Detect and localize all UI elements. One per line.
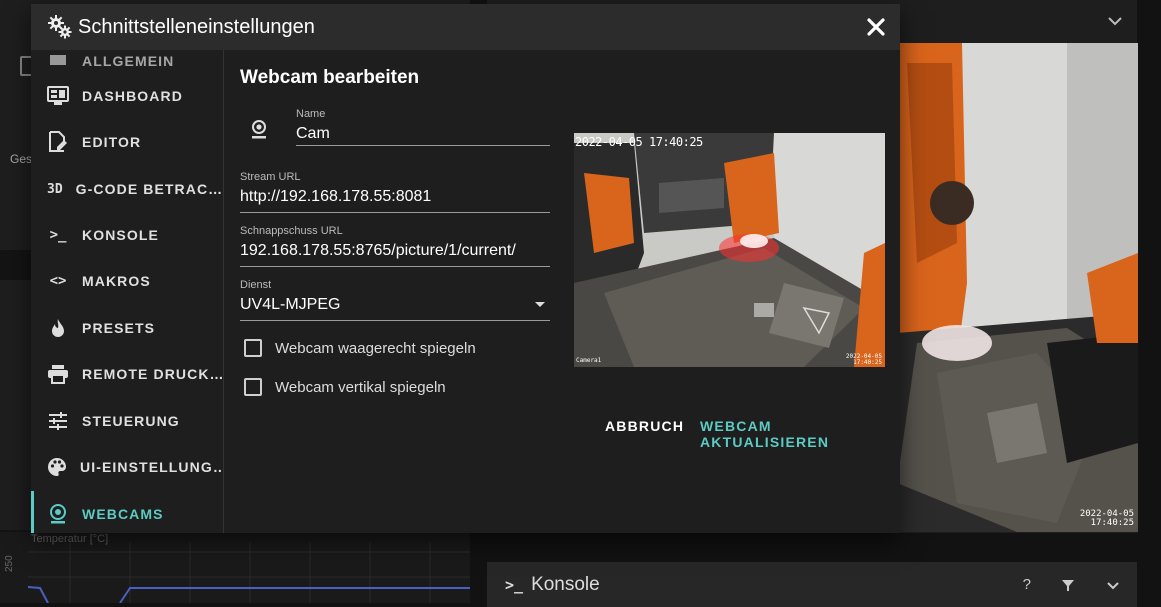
sidebar-item-label: PRESETS: [82, 320, 156, 336]
console-icon: >_: [505, 575, 524, 594]
snapshot-url-value: 192.168.178.55:8765/picture/1/current/: [240, 242, 516, 259]
webcam-icon: [47, 504, 69, 524]
settings-sidebar: ALLGEMEIN DASHBOARD EDITOR 3D G-CODE BET…: [31, 50, 224, 533]
close-icon[interactable]: [866, 17, 886, 37]
preview-timestamp: 2022-04-05 17:40:25: [575, 135, 703, 149]
service-label: Dienst: [240, 279, 272, 291]
3d-icon: 3D: [47, 181, 63, 197]
palette-icon: [47, 457, 67, 477]
background-console-panel-header[interactable]: >_ Konsole ?: [487, 562, 1137, 607]
stream-url-value: http://192.168.178.55:8081: [240, 188, 432, 205]
dialog-header: Schnittstelleneinstellungen: [31, 4, 900, 50]
sidebar-item-label: REMOTE DRUCK…: [82, 366, 224, 382]
chart-axis-label: Temperatur [°C]: [31, 533, 109, 545]
fire-icon: [47, 318, 69, 338]
cogs-icon: [48, 15, 72, 39]
sidebar-item-console[interactable]: >_ KONSOLE: [31, 212, 223, 258]
name-field-label: Name: [296, 108, 326, 120]
sidebar-item-macros[interactable]: <> MAKROS: [31, 258, 223, 304]
name-field[interactable]: Name Cam: [296, 108, 550, 146]
sidebar-item-ui-settings[interactable]: UI-EINSTELLUNG…: [31, 444, 223, 490]
help-icon[interactable]: ?: [1023, 576, 1031, 593]
sidebar-item-control[interactable]: STEUERUNG: [31, 398, 223, 444]
webcam-preview: 2022-04-05 17:40:25 Camera1 2022-04-05 1…: [574, 133, 885, 367]
checkbox-unchecked-icon[interactable]: [244, 339, 262, 357]
chevron-down-icon[interactable]: [1105, 577, 1121, 593]
sidebar-item-dashboard[interactable]: DASHBOARD: [31, 73, 223, 119]
background-temperature-chart: Temperatur [°C] 250: [0, 532, 470, 603]
preview-small-timestamp: 2022-04-05 17:40:25: [840, 354, 882, 366]
background-cam-timestamp-time: 17:40:25: [1090, 518, 1134, 528]
flip-vertical-checkbox[interactable]: Webcam vertikal spiegeln: [244, 378, 446, 396]
sidebar-item-presets[interactable]: PRESETS: [31, 305, 223, 351]
flip-horizontal-checkbox[interactable]: Webcam waagerecht spiegeln: [244, 339, 476, 357]
stream-url-field[interactable]: Stream URL http://192.168.178.55:8081: [240, 171, 550, 213]
chart-tick-label: 250: [4, 555, 15, 572]
sidebar-item-label: WEBCAMS: [82, 506, 164, 522]
filter-icon[interactable]: [1061, 578, 1075, 592]
sidebar-item-label: UI-EINSTELLUNG…: [80, 459, 224, 475]
background-text-fragment: Ges: [10, 152, 33, 166]
sidebar-item-label: DASHBOARD: [82, 88, 183, 104]
interface-settings-dialog: Schnittstelleneinstellungen ALLGEMEIN DA…: [31, 4, 900, 533]
service-select[interactable]: Dienst UV4L-MJPEG: [240, 279, 550, 321]
webcam-icon: [252, 120, 266, 139]
sidebar-item-label: ALLGEMEIN: [82, 53, 175, 69]
name-field-value: Cam: [296, 125, 330, 142]
monitor-dashboard-icon: [47, 86, 69, 106]
tune-icon: [47, 412, 69, 430]
flip-horizontal-label: Webcam waagerecht spiegeln: [275, 339, 476, 357]
sidebar-item-label: G-CODE BETRAC…: [75, 181, 224, 197]
stream-url-label: Stream URL: [240, 171, 301, 183]
sidebar-item-editor[interactable]: EDITOR: [31, 119, 223, 165]
dialog-title: Schnittstelleneinstellungen: [78, 15, 315, 38]
background-webcam-image: 2022-04-05 17:40:25: [897, 43, 1138, 532]
sidebar-item-label: EDITOR: [82, 134, 142, 150]
snapshot-url-field[interactable]: Schnappschuss URL 192.168.178.55:8765/pi…: [240, 225, 550, 267]
checkbox-unchecked-icon[interactable]: [244, 378, 262, 396]
code-brackets-icon: <>: [49, 273, 67, 289]
printer-icon: [47, 364, 69, 384]
console-icon: >_: [49, 227, 67, 243]
console-actions: ?: [1023, 576, 1121, 593]
sidebar-item-label: STEUERUNG: [82, 413, 180, 429]
snapshot-url-label: Schnappschuss URL: [240, 225, 343, 237]
webcam-edit-form: Webcam bearbeiten Name Cam Stream URL ht…: [224, 50, 900, 533]
webcam-preview-picture: [574, 133, 885, 367]
preview-camera-label: Camera1: [576, 357, 602, 364]
service-value: UV4L-MJPEG: [240, 296, 341, 313]
background-cam-timestamp: 2022-04-05 17:40:25: [1069, 510, 1134, 528]
sidebar-item-label: KONSOLE: [82, 227, 159, 243]
update-webcam-button[interactable]: WEBCAM AKTUALISIEREN: [700, 418, 900, 450]
chevron-down-icon[interactable]: [1105, 11, 1125, 31]
console-title: Konsole: [531, 573, 600, 595]
settings-icon: [47, 51, 69, 71]
sidebar-item-gcode-viewer[interactable]: 3D G-CODE BETRAC…: [31, 166, 223, 212]
sidebar-item-webcams[interactable]: WEBCAMS: [31, 491, 223, 533]
cancel-button[interactable]: ABBRUCH: [605, 418, 684, 434]
file-edit-icon: [47, 131, 69, 153]
sidebar-item-label: MAKROS: [82, 273, 151, 289]
dropdown-arrow-icon: [535, 302, 545, 307]
flip-vertical-label: Webcam vertikal spiegeln: [275, 378, 446, 396]
preview-small-timestamp-time: 17:40:25: [853, 359, 882, 366]
form-heading: Webcam bearbeiten: [240, 67, 420, 88]
webcam-stream-picture: [897, 43, 1138, 532]
sidebar-item-remote-printers[interactable]: REMOTE DRUCK…: [31, 351, 223, 397]
